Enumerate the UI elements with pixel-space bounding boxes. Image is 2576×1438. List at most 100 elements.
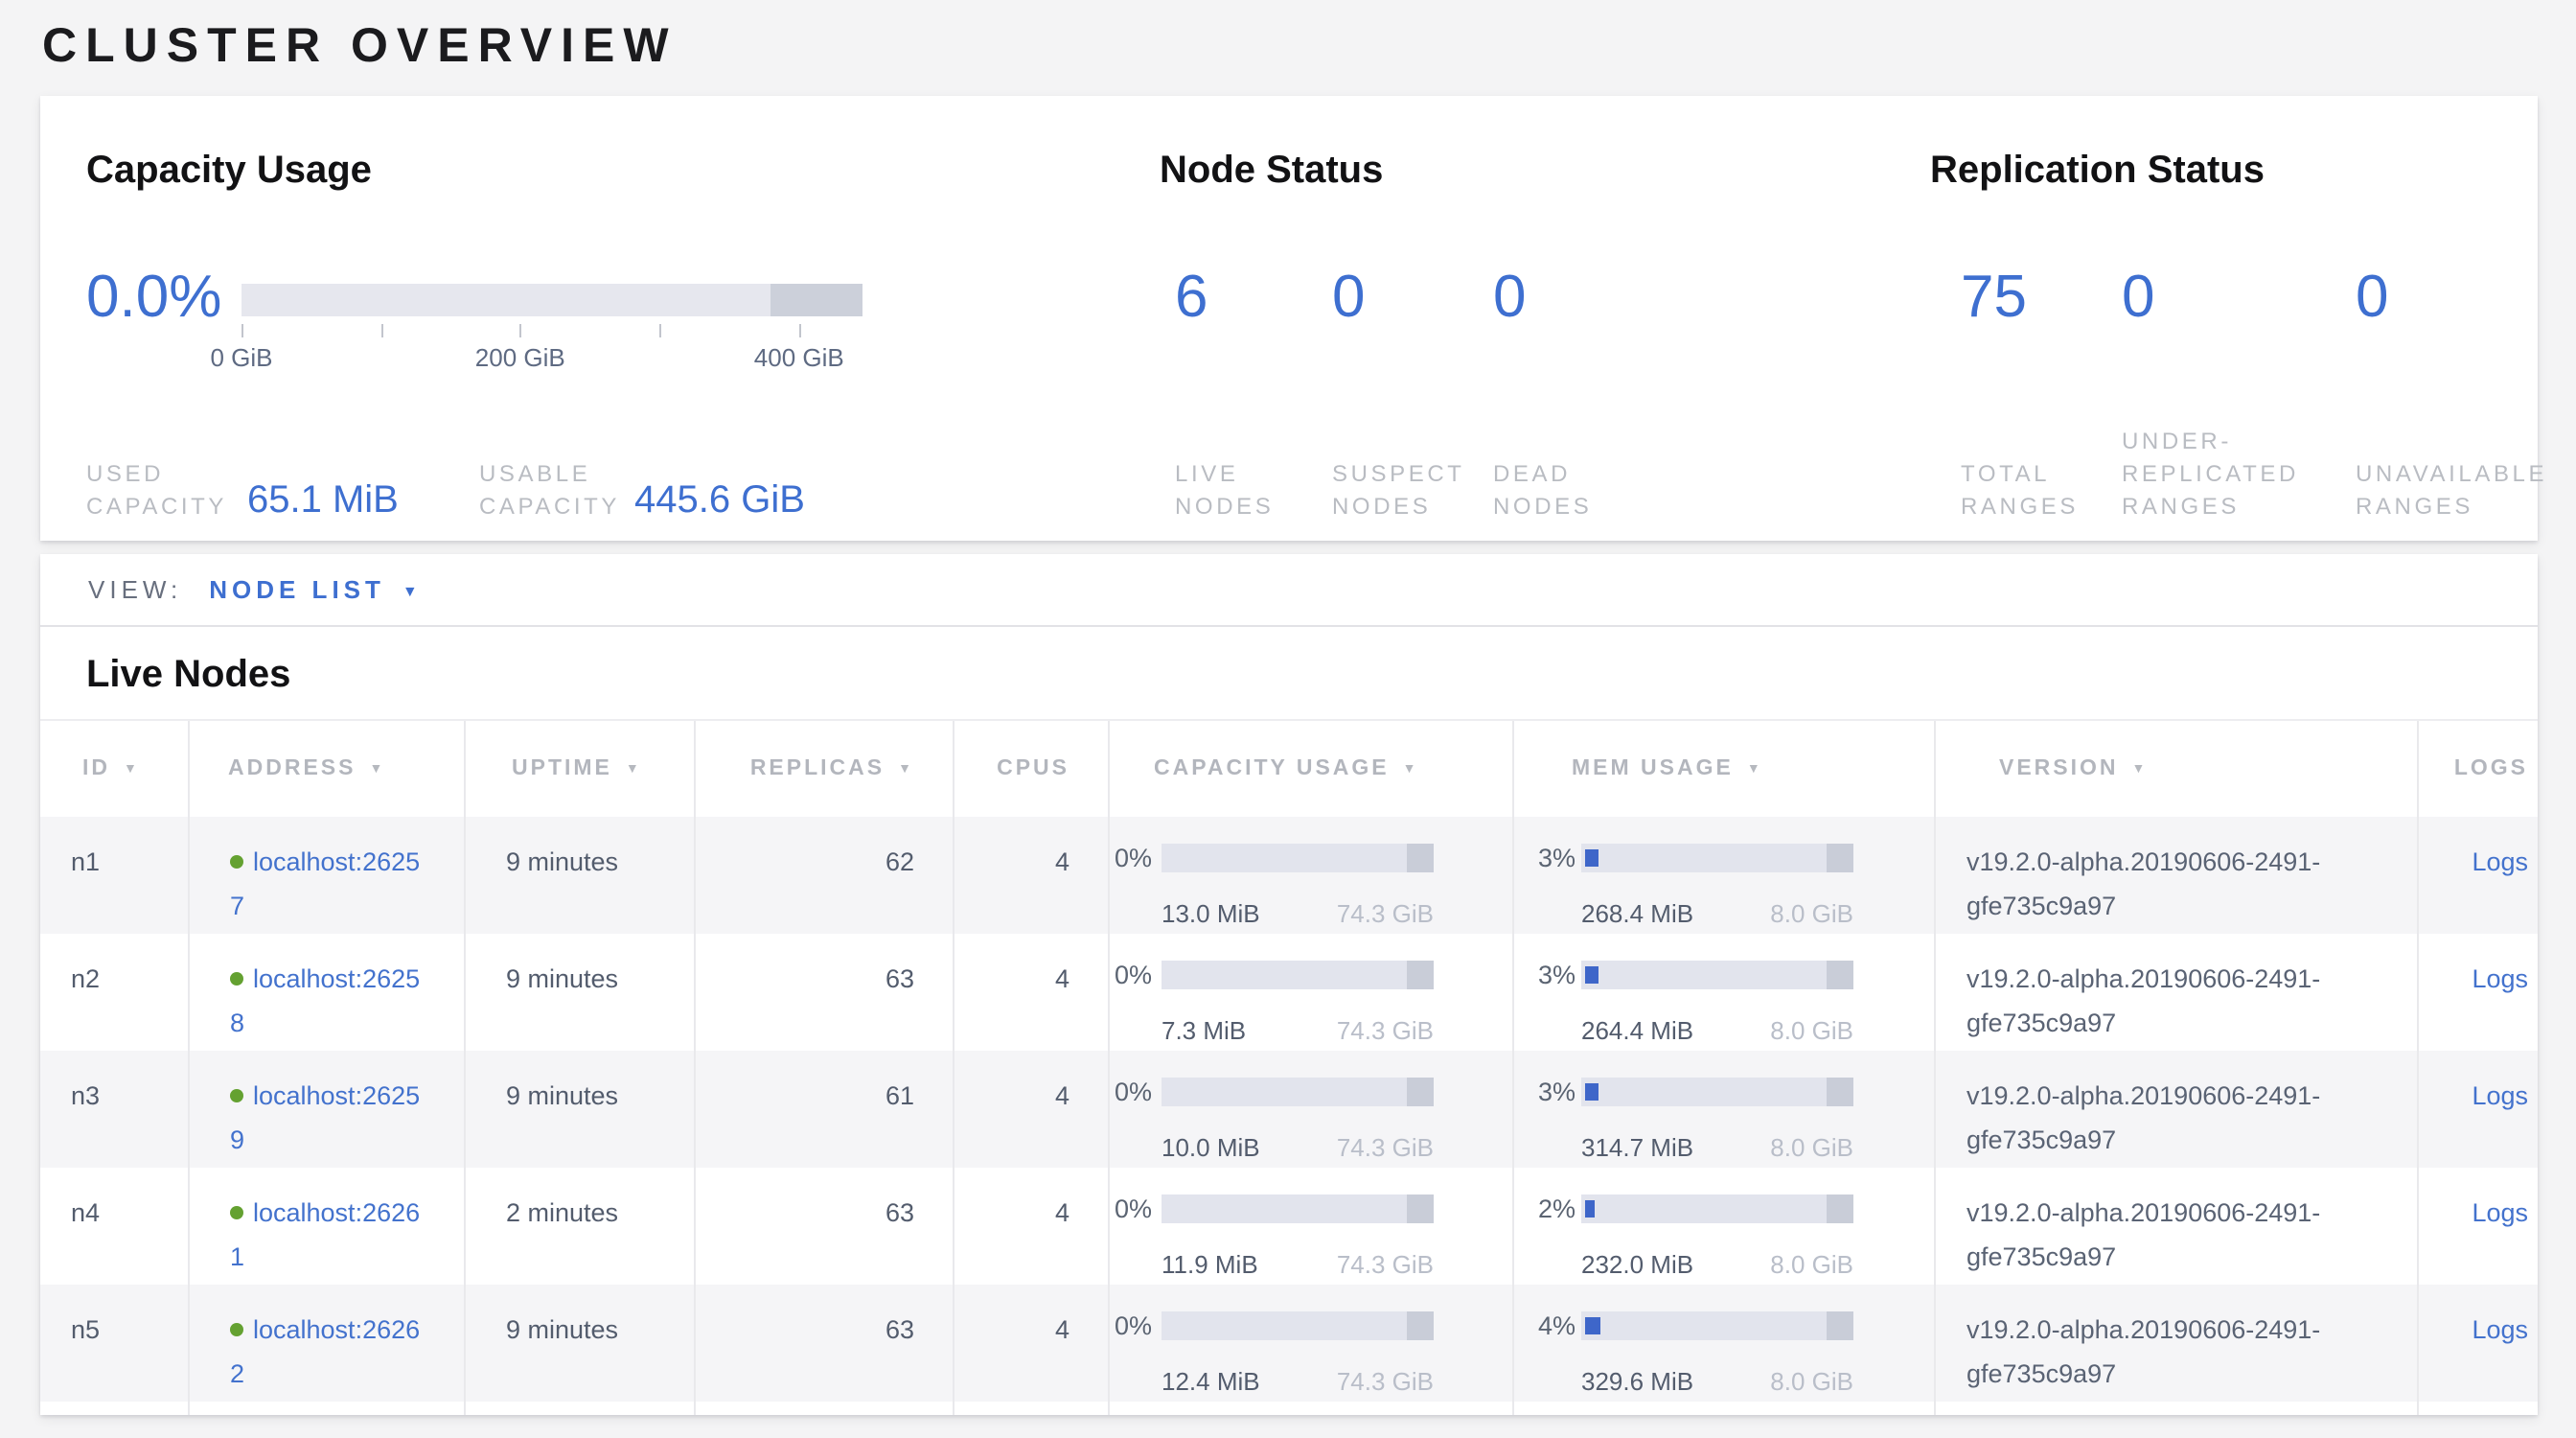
under-replicated-label: UNDER-REPLICATED RANGES	[2122, 426, 2356, 523]
col-header-replicas[interactable]: REPLICAS▼	[696, 721, 954, 817]
total-ranges-value: 75	[1961, 265, 2122, 330]
suspect-nodes-label: SUSPECT NODES	[1332, 458, 1493, 523]
axis-tick-400: 400 GiB	[754, 343, 844, 372]
col-header-mem-usage[interactable]: MEM USAGE▼	[1514, 721, 1936, 817]
capacity-used: 13.0 MiB	[1162, 897, 1260, 932]
node-address-cell: localhost:26261	[190, 1168, 466, 1285]
logs-link[interactable]: Logs	[2472, 1198, 2528, 1227]
sort-desc-icon: ▼	[2132, 762, 2149, 776]
node-cpus: 4	[954, 934, 1110, 1051]
mem-used: 329.6 MiB	[1581, 1365, 1693, 1400]
capacity-stats: USED CAPACITY 65.1 MiB USABLE CAPACITY 4…	[86, 374, 805, 523]
suspect-nodes-value: 0	[1332, 265, 1493, 330]
mem-mini-bar	[1581, 844, 1853, 872]
axis-tick-0: 0 GiB	[210, 343, 272, 372]
capacity-percent: 0%	[1114, 1304, 1152, 1348]
capacity-used: 10.0 MiB	[1162, 1131, 1260, 1166]
node-mem-usage-cell: 2% 232.0 MiB 8.0 GiB	[1514, 1168, 1936, 1285]
sort-desc-icon: ▼	[1403, 762, 1419, 776]
cluster-overview-page: CLUSTER OVERVIEW Capacity Usage Node Sta…	[0, 0, 2576, 1438]
axis-tick-200: 200 GiB	[475, 343, 565, 372]
node-cpus: 4	[954, 817, 1110, 934]
table-row: n1 localhost:26257 9 minutes 62 4 0% 13.…	[40, 817, 2538, 934]
mem-used: 264.4 MiB	[1581, 1014, 1693, 1049]
node-logs-cell: Logs	[2419, 1168, 2538, 1285]
logs-link[interactable]: Logs	[2472, 847, 2528, 876]
mem-used: 314.7 MiB	[1581, 1131, 1693, 1166]
node-mem-usage-cell: 3% 264.4 MiB 8.0 GiB	[1514, 934, 1936, 1051]
mem-percent: 3%	[1537, 953, 1576, 997]
node-list-card: VIEW: NODE LIST ▼ Live Nodes ID▼ ADDRESS…	[40, 554, 2538, 1415]
mem-total: 8.0 GiB	[1770, 1365, 1853, 1400]
usable-capacity-label: USABLE CAPACITY	[479, 458, 634, 523]
node-uptime: 2 minutes	[466, 1168, 696, 1285]
view-bar: VIEW: NODE LIST ▼	[40, 554, 2538, 627]
mem-total: 8.0 GiB	[1770, 1248, 1853, 1283]
capacity-percent: 0%	[1114, 953, 1152, 997]
table-row-clipped	[40, 1402, 2538, 1415]
replication-status-values: 75 0 0	[1961, 265, 2389, 330]
node-status-values: 6 0 0	[1175, 265, 1527, 330]
node-address-link[interactable]: localhost:26261	[230, 1198, 420, 1271]
logs-link[interactable]: Logs	[2472, 1315, 2528, 1344]
sort-desc-icon: ▼	[124, 762, 140, 776]
node-uptime: 9 minutes	[466, 1285, 696, 1402]
node-version-cell: v19.2.0-alpha.20190606-2491-gfe735c9a97	[1936, 1285, 2419, 1402]
mem-mini-bar	[1581, 1311, 1853, 1340]
node-capacity-usage-cell: 0% 12.4 MiB 74.3 GiB	[1110, 1285, 1514, 1402]
mem-percent: 3%	[1537, 836, 1576, 880]
node-live-status-icon	[230, 1206, 243, 1219]
col-header-version[interactable]: VERSION▼	[1936, 721, 2419, 817]
node-uptime: 9 minutes	[466, 817, 696, 934]
logs-link[interactable]: Logs	[2472, 1081, 2528, 1110]
cluster-summary-card: Capacity Usage Node Status Replication S…	[40, 96, 2538, 541]
node-cpus: 4	[954, 1285, 1110, 1402]
dead-nodes-label: DEAD NODES	[1493, 458, 1627, 523]
node-live-status-icon	[230, 1089, 243, 1102]
mem-mini-bar	[1581, 1078, 1853, 1106]
node-capacity-usage-cell: 0% 13.0 MiB 74.3 GiB	[1110, 817, 1514, 934]
capacity-mini-bar	[1162, 1078, 1434, 1106]
node-mem-usage-cell: 4% 329.6 MiB 8.0 GiB	[1514, 1285, 1936, 1402]
mem-total: 8.0 GiB	[1770, 1014, 1853, 1049]
capacity-usage-heading: Capacity Usage	[86, 150, 372, 194]
sort-desc-icon: ▼	[626, 762, 642, 776]
mem-used: 232.0 MiB	[1581, 1248, 1693, 1283]
mem-mini-bar	[1581, 961, 1853, 989]
capacity-percent: 0%	[1114, 836, 1152, 880]
unavailable-ranges-label: UNAVAILABLE RANGES	[2356, 458, 2576, 523]
node-live-status-icon	[230, 972, 243, 986]
node-cpus: 4	[954, 1051, 1110, 1168]
node-id: n4	[40, 1168, 190, 1285]
node-address-cell: localhost:26258	[190, 934, 466, 1051]
capacity-mini-bar	[1162, 844, 1434, 872]
used-capacity-value: 65.1 MiB	[247, 479, 439, 523]
node-address-link[interactable]: localhost:26258	[230, 964, 420, 1037]
node-version-cell: v19.2.0-alpha.20190606-2491-gfe735c9a97	[1936, 817, 2419, 934]
replication-status-heading: Replication Status	[1930, 150, 2265, 194]
node-id: n3	[40, 1051, 190, 1168]
capacity-mini-bar	[1162, 961, 1434, 989]
total-ranges-label: TOTAL RANGES	[1961, 458, 2122, 523]
view-label: VIEW:	[88, 575, 182, 604]
col-header-id[interactable]: ID▼	[40, 721, 190, 817]
node-address-link[interactable]: localhost:26257	[230, 847, 420, 920]
node-address-link[interactable]: localhost:26262	[230, 1315, 420, 1388]
col-header-capacity-usage[interactable]: CAPACITY USAGE▼	[1110, 721, 1514, 817]
sort-desc-icon: ▼	[369, 762, 385, 776]
node-address-link[interactable]: localhost:26259	[230, 1081, 420, 1154]
logs-link[interactable]: Logs	[2472, 964, 2528, 993]
node-mem-usage-cell: 3% 314.7 MiB 8.0 GiB	[1514, 1051, 1936, 1168]
capacity-gauge-bar	[242, 284, 862, 316]
col-header-address[interactable]: ADDRESS▼	[190, 721, 466, 817]
replication-status-labels: TOTAL RANGES UNDER-REPLICATED RANGES UNA…	[1961, 374, 2576, 523]
live-nodes-value: 6	[1175, 265, 1332, 330]
mem-total: 8.0 GiB	[1770, 897, 1853, 932]
node-uptime: 9 minutes	[466, 1051, 696, 1168]
node-version-cell: v19.2.0-alpha.20190606-2491-gfe735c9a97	[1936, 1051, 2419, 1168]
node-capacity-usage-cell: 0% 7.3 MiB 74.3 GiB	[1110, 934, 1514, 1051]
capacity-mini-bar	[1162, 1194, 1434, 1223]
node-status-heading: Node Status	[1160, 150, 1383, 194]
col-header-uptime[interactable]: UPTIME▼	[466, 721, 696, 817]
view-selector-dropdown[interactable]: NODE LIST ▼	[209, 575, 418, 604]
